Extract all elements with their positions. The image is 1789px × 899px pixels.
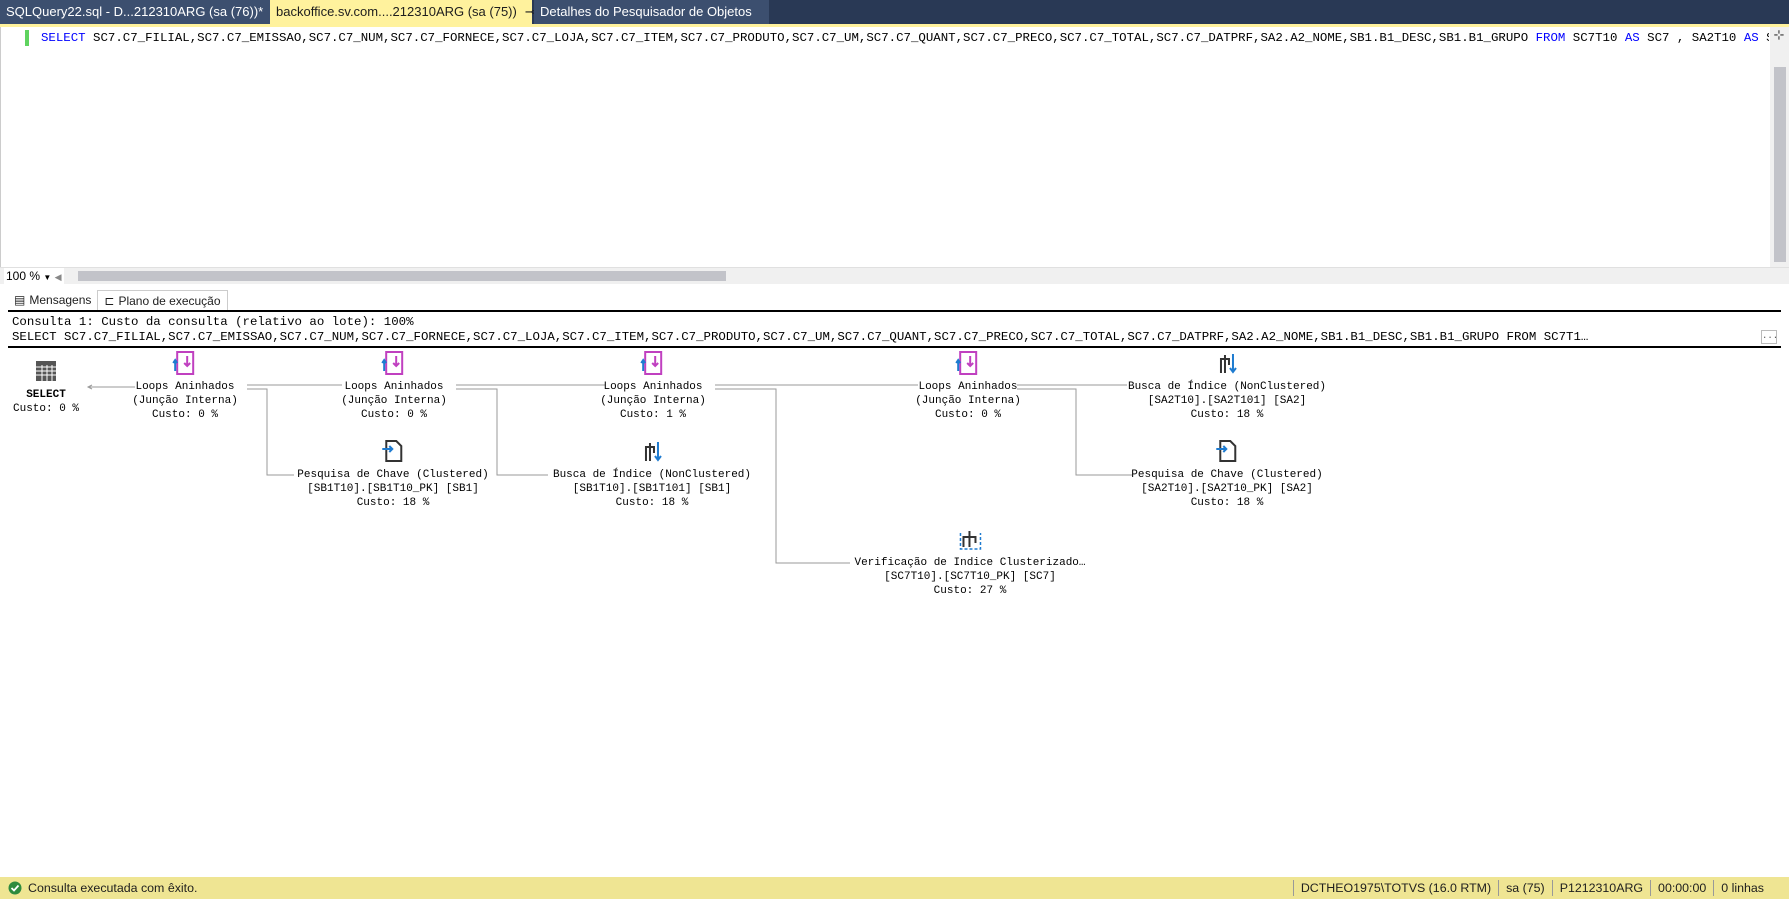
edge-lookup-sa2-loops4 xyxy=(1017,388,1132,476)
edge-lookup-sb1-loops1 xyxy=(247,388,294,476)
success-check-icon xyxy=(8,881,22,895)
status-time: 00:00:00 xyxy=(1650,880,1713,896)
index-seek-icon xyxy=(644,441,662,462)
node-detail: (Junção Interna) xyxy=(915,395,1021,407)
node-detail: [SA2T10].[SA2T10_PK] [SA2] xyxy=(1141,483,1313,495)
node-name: Loops Aninhados xyxy=(344,381,444,393)
status-database: P1212310ARG xyxy=(1551,880,1650,896)
node-name: Verificação de Indice Clusterizado… xyxy=(854,557,1086,569)
plan-node-loops2[interactable]: Loops Aninhados (Junção Interna) Custo: … xyxy=(341,351,447,422)
node-detail: [SB1T10].[SB1T10_PK] [SB1] xyxy=(307,483,479,495)
node-detail: [SC7T10].[SC7T10_PK] [SC7] xyxy=(884,571,1056,583)
node-detail: (Junção Interna) xyxy=(341,395,447,407)
node-name: Pesquisa de Chave (Clustered) xyxy=(297,469,489,481)
node-detail: (Junção Interna) xyxy=(132,395,238,407)
node-detail: [SB1T10].[SB1T101] [SB1] xyxy=(572,483,732,495)
plan-node-lookup-sb1[interactable]: Pesquisa de Chave (Clustered) [SB1T10].[… xyxy=(297,439,489,510)
status-message: Consulta executada com êxito. xyxy=(28,881,198,895)
node-name: Loops Aninhados xyxy=(918,381,1018,393)
plan-node-loops4[interactable]: Loops Aninhados (Junção Interna) Custo: … xyxy=(915,351,1021,422)
index-seek-icon xyxy=(1219,353,1237,374)
node-detail: (Junção Interna) xyxy=(600,395,706,407)
node-name: Pesquisa de Chave (Clustered) xyxy=(1131,469,1323,481)
plan-connectors xyxy=(86,384,1132,564)
node-detail: [SA2T10].[SA2T101] [SA2] xyxy=(1147,395,1307,407)
node-cost: Custo: 1 % xyxy=(619,409,686,421)
node-cost: Custo: 18 % xyxy=(615,497,689,509)
key-lookup-icon xyxy=(1215,440,1236,462)
clustered-index-scan-icon xyxy=(958,530,981,550)
status-user: sa (75) xyxy=(1498,880,1552,896)
status-rows: 0 linhas xyxy=(1713,880,1771,896)
key-lookup-icon xyxy=(381,440,402,462)
plan-node-seek-sb1[interactable]: Busca de Índice (NonClustered) [SB1T10].… xyxy=(553,439,751,510)
plan-node-scan-sc7[interactable]: Verificação de Indice Clusterizado… [SC7… xyxy=(854,527,1086,598)
node-cost: Custo: 0 % xyxy=(12,403,80,415)
nested-loops-icon xyxy=(172,351,194,375)
node-name: Busca de Índice (NonClustered) xyxy=(1127,381,1327,393)
node-name: Loops Aninhados xyxy=(135,381,235,393)
status-server: DCTHEO1975\TOTVS (16.0 RTM) xyxy=(1292,880,1498,896)
status-bar: Consulta executada com êxito. DCTHEO1975… xyxy=(0,877,1789,899)
plan-node-seek-sa2[interactable]: Busca de Índice (NonClustered) [SA2T10].… xyxy=(1128,351,1326,422)
select-table-icon xyxy=(35,360,57,382)
node-cost: Custo: 18 % xyxy=(1190,497,1264,509)
node-cost: Custo: 18 % xyxy=(1190,409,1264,421)
node-name: Loops Aninhados xyxy=(603,381,703,393)
node-cost: Custo: 18 % xyxy=(356,497,430,509)
node-cost: Custo: 27 % xyxy=(933,585,1007,597)
plan-node-lookup-sa2[interactable]: Pesquisa de Chave (Clustered) [SA2T10].[… xyxy=(1131,439,1323,510)
node-cost: Custo: 0 % xyxy=(360,409,427,421)
plan-node-loops1[interactable]: Loops Aninhados (Junção Interna) Custo: … xyxy=(132,351,238,422)
node-name: Busca de Índice (NonClustered) xyxy=(552,469,752,481)
node-cost: Custo: 0 % xyxy=(934,409,1001,421)
nested-loops-icon xyxy=(381,351,403,375)
node-name: SELECT xyxy=(26,389,66,401)
plan-node-select[interactable]: SELECT Custo: 0 % xyxy=(13,359,79,416)
plan-node-loops3[interactable]: Loops Aninhados (Junção Interna) Custo: … xyxy=(600,351,706,422)
nested-loops-icon xyxy=(955,351,977,375)
node-cost: Custo: 0 % xyxy=(151,409,218,421)
nested-loops-icon xyxy=(640,351,662,375)
